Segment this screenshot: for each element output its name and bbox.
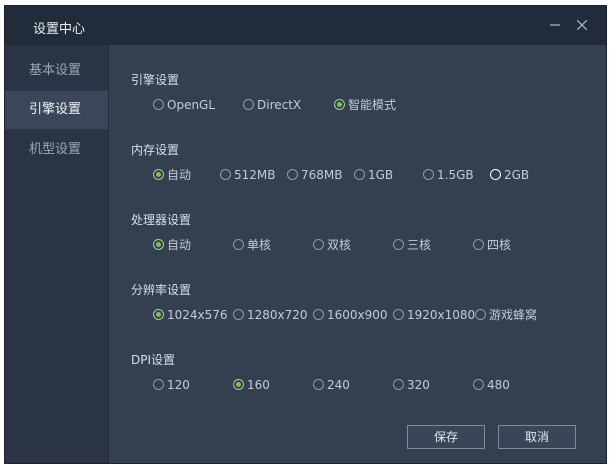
cpu-option-triple[interactable]: 三核 xyxy=(393,237,431,253)
engine-option-opengl[interactable]: OpenGL xyxy=(153,97,215,113)
engine-section-title: 引擎设置 xyxy=(131,73,180,87)
radio-icon xyxy=(153,379,164,390)
save-button[interactable]: 保存 xyxy=(407,425,485,449)
radio-selected-icon xyxy=(233,379,244,390)
dpi-section-title: DPI设置 xyxy=(131,353,176,367)
dpi-option-480[interactable]: 480 xyxy=(473,377,510,393)
radio-icon xyxy=(393,309,404,320)
radio-selected-icon xyxy=(153,169,164,180)
engine-option-directx[interactable]: DirectX xyxy=(243,97,301,113)
radio-icon xyxy=(313,309,324,320)
cancel-button[interactable]: 取消 xyxy=(498,425,576,449)
radio-icon xyxy=(313,379,324,390)
resolution-option-1024x576[interactable]: 1024x576 xyxy=(153,307,228,323)
radio-icon xyxy=(153,99,164,110)
dpi-option-240[interactable]: 240 xyxy=(313,377,350,393)
radio-icon xyxy=(423,169,434,180)
radio-icon xyxy=(233,309,244,320)
resolution-option-1600x900[interactable]: 1600x900 xyxy=(313,307,388,323)
radio-icon xyxy=(243,99,254,110)
resolution-option-game-hive[interactable]: 游戏蜂窝 xyxy=(475,307,537,323)
radio-selected-icon xyxy=(153,309,164,320)
dpi-option-120[interactable]: 120 xyxy=(153,377,190,393)
resolution-section-title: 分辨率设置 xyxy=(131,283,192,297)
memory-option-1gb[interactable]: 1GB xyxy=(354,167,393,183)
resolution-option-1920x1080[interactable]: 1920x1080 xyxy=(393,307,475,323)
resolution-option-1280x720[interactable]: 1280x720 xyxy=(233,307,308,323)
cpu-option-single[interactable]: 单核 xyxy=(233,237,271,253)
radio-icon xyxy=(473,379,484,390)
radio-selected-icon xyxy=(334,99,345,110)
settings-panel: 引擎设置 OpenGL DirectX 智能模式 内存设置 自动 512MB 7… xyxy=(109,45,606,463)
radio-icon xyxy=(490,169,501,180)
radio-selected-icon xyxy=(153,239,164,250)
sidebar-item-device[interactable]: 机型设置 xyxy=(5,131,108,169)
radio-icon xyxy=(473,239,484,250)
memory-option-2gb[interactable]: 2GB xyxy=(490,167,529,183)
radio-icon xyxy=(393,239,404,250)
radio-icon xyxy=(354,169,365,180)
radio-icon xyxy=(393,379,404,390)
close-icon xyxy=(577,20,587,30)
close-button[interactable] xyxy=(573,16,591,34)
minimize-button[interactable] xyxy=(546,16,564,34)
sidebar: 基本设置 引擎设置 机型设置 xyxy=(5,45,109,463)
cpu-option-quad[interactable]: 四核 xyxy=(473,237,511,253)
memory-section-title: 内存设置 xyxy=(131,143,180,157)
sidebar-item-basic[interactable]: 基本设置 xyxy=(5,52,108,90)
radio-icon xyxy=(475,309,486,320)
cpu-section-title: 处理器设置 xyxy=(131,213,192,227)
sidebar-item-engine[interactable]: 引擎设置 xyxy=(5,91,108,129)
memory-option-512mb[interactable]: 512MB xyxy=(220,167,276,183)
dpi-option-320[interactable]: 320 xyxy=(393,377,430,393)
window-title: 设置中心 xyxy=(33,22,86,37)
memory-option-auto[interactable]: 自动 xyxy=(153,167,191,183)
radio-icon xyxy=(220,169,231,180)
cpu-option-auto[interactable]: 自动 xyxy=(153,237,191,253)
memory-option-768mb[interactable]: 768MB xyxy=(287,167,343,183)
minimize-icon xyxy=(550,24,560,26)
radio-icon xyxy=(287,169,298,180)
title-bar: 设置中心 xyxy=(5,6,606,45)
engine-option-smart[interactable]: 智能模式 xyxy=(334,97,396,113)
settings-window: 设置中心 基本设置 引擎设置 机型设置 引擎设置 OpenGL DirectX … xyxy=(4,5,607,464)
cpu-option-dual[interactable]: 双核 xyxy=(313,237,351,253)
radio-icon xyxy=(313,239,324,250)
memory-option-1-5gb[interactable]: 1.5GB xyxy=(423,167,474,183)
dpi-option-160[interactable]: 160 xyxy=(233,377,270,393)
radio-icon xyxy=(233,239,244,250)
